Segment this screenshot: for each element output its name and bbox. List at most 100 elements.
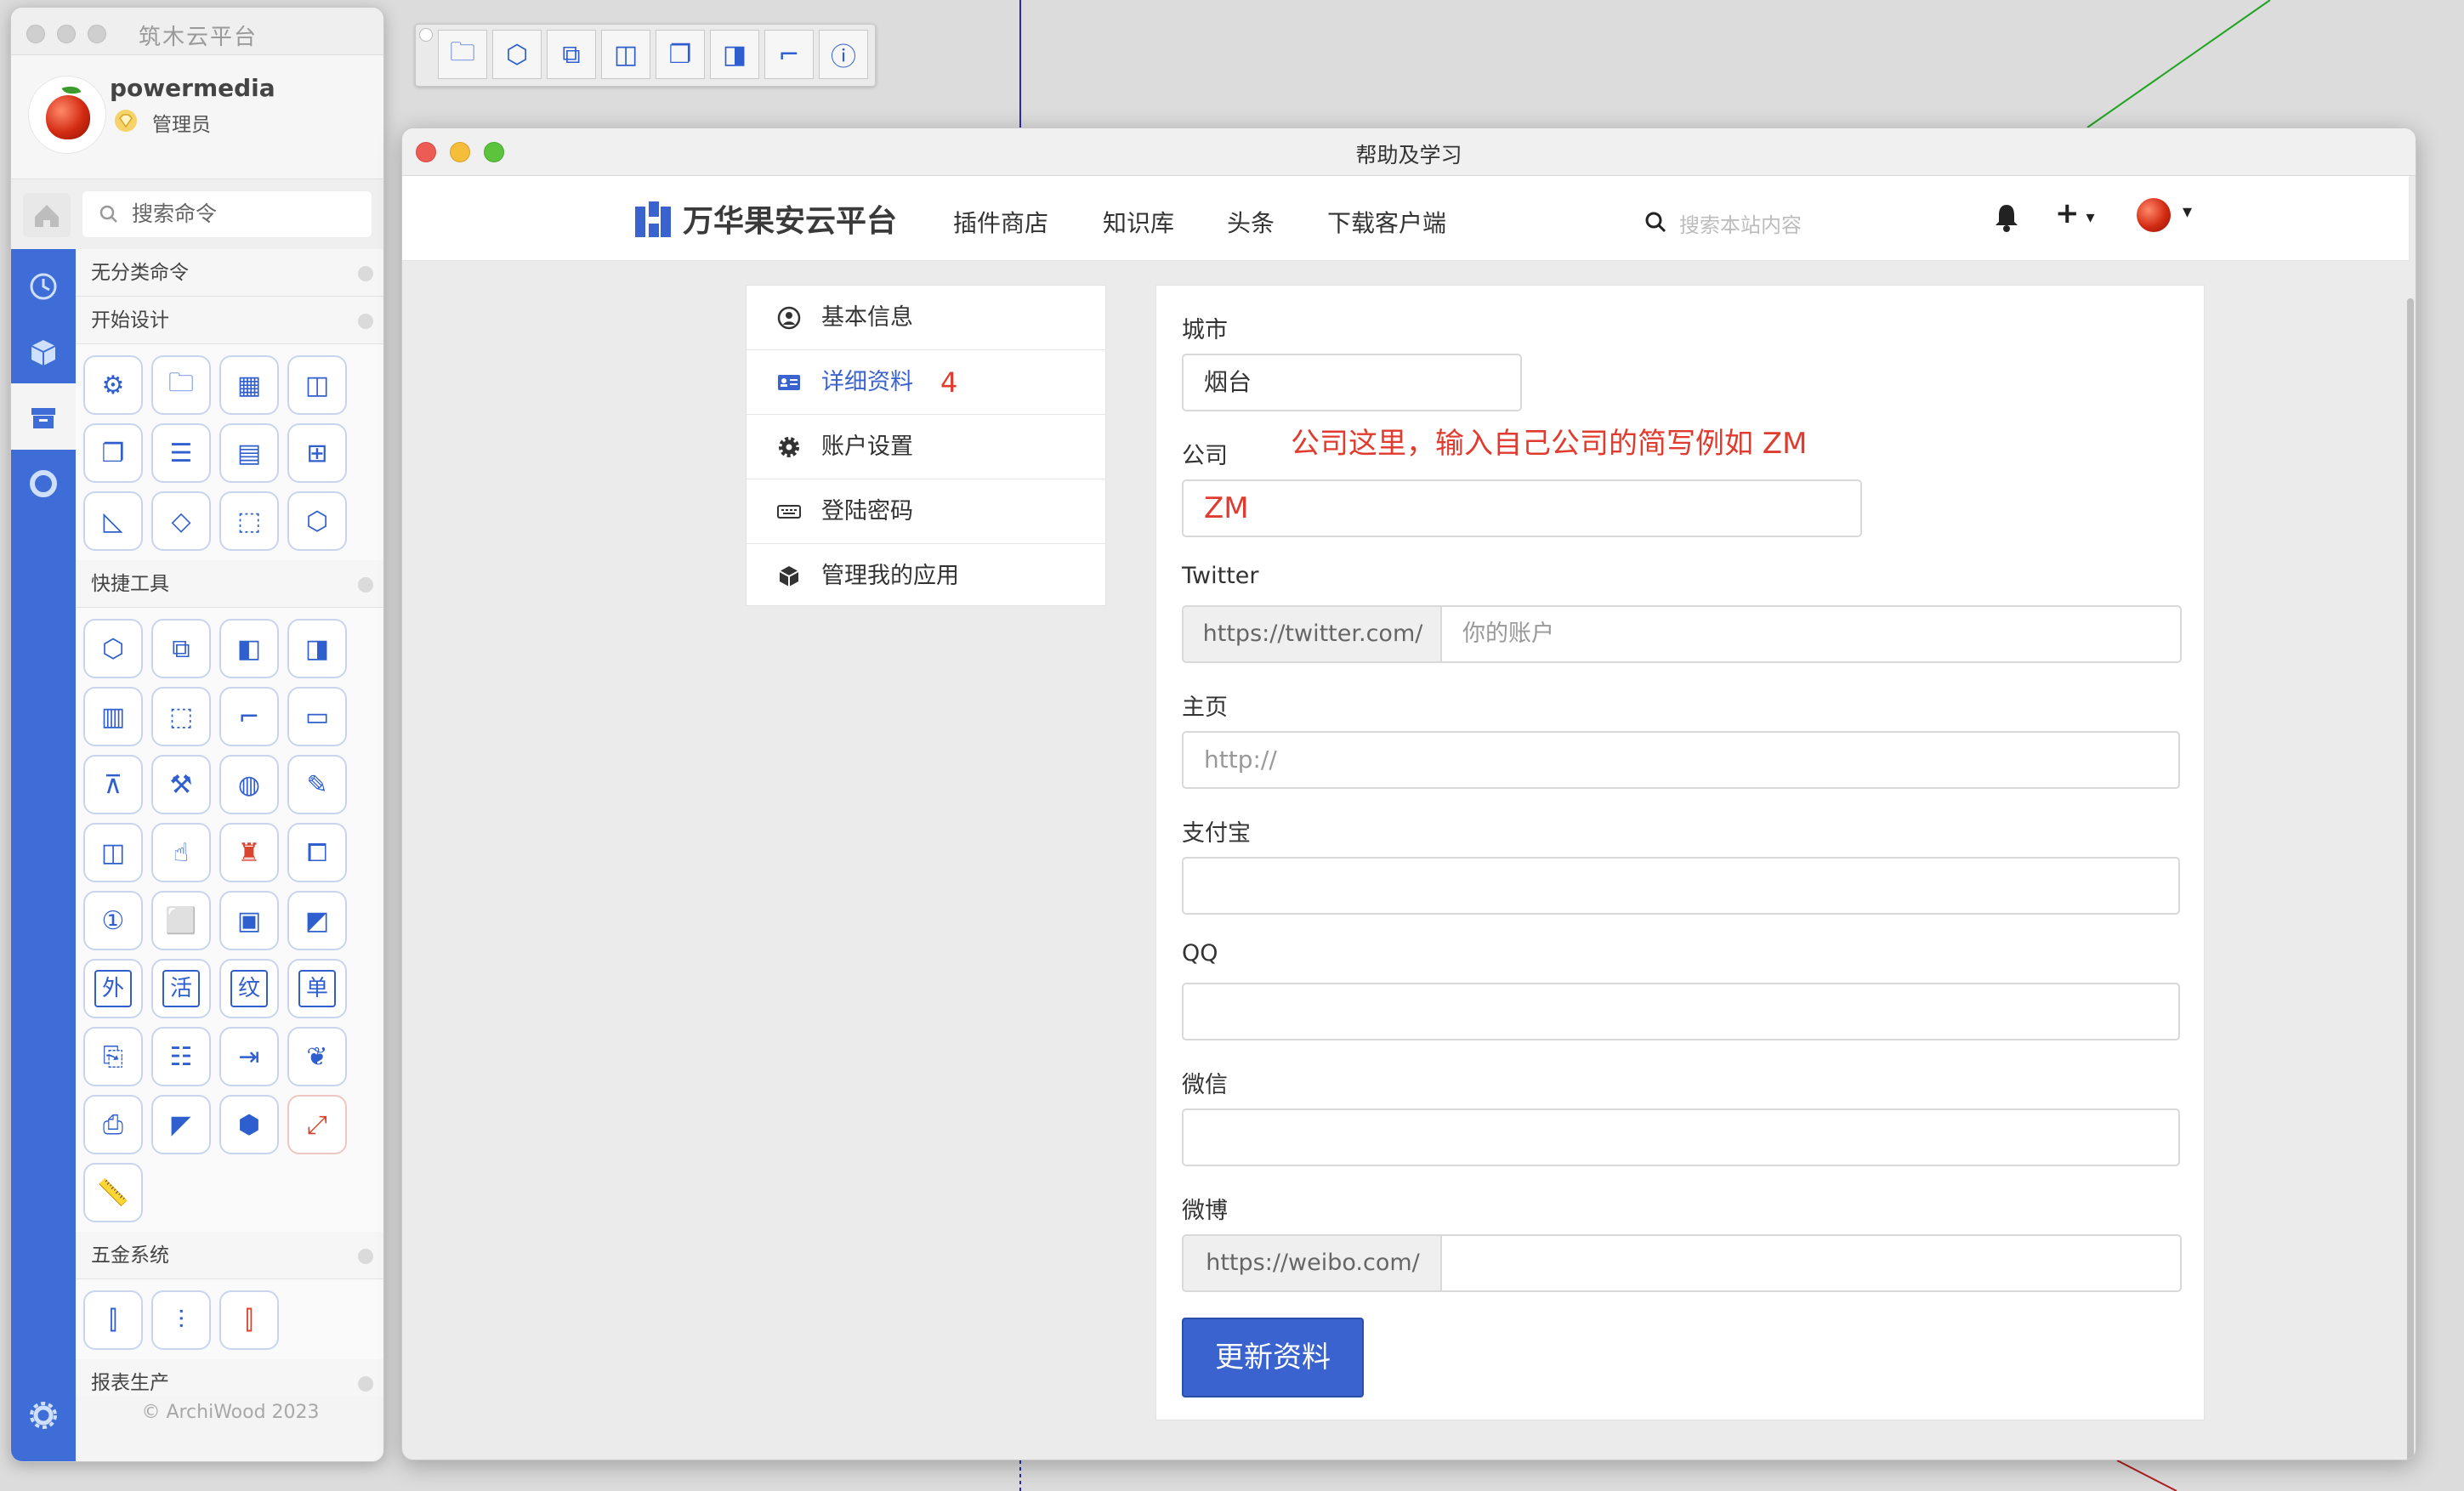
homepage-input[interactable]: http:// [1182, 731, 2180, 789]
archive-box-icon[interactable] [26, 400, 60, 434]
weibo-input[interactable] [1440, 1234, 2182, 1292]
component-settings-tool-icon[interactable]: ⬚ [219, 491, 279, 551]
door-edit-tool-icon[interactable]: ◫ [287, 355, 347, 415]
cube-icon[interactable] [26, 336, 60, 370]
section-start-design[interactable]: 开始设计 [76, 297, 383, 344]
qq-input[interactable] [1182, 983, 2180, 1040]
cabinet-settings-tool-icon[interactable]: ◧ [219, 619, 279, 678]
table-close-tool-icon[interactable]: ⊼ [83, 755, 143, 814]
alipay-input[interactable] [1182, 857, 2180, 915]
home-button[interactable] [23, 193, 71, 237]
outer-text-tool[interactable]: 外 [83, 959, 143, 1018]
hand-select-tool-icon[interactable]: ☝ [151, 823, 211, 882]
company-label: 公司 [1182, 443, 1228, 469]
cabinet-view-tool-icon[interactable]: ◨ [287, 619, 347, 678]
folder-cube-button[interactable]: 🗀 [438, 30, 487, 79]
board-stack-tool-icon[interactable]: ◇ [151, 491, 211, 551]
ring-icon[interactable] [26, 467, 60, 501]
company-input[interactable]: ZM [1182, 479, 1862, 537]
site-logo-text[interactable]: 万华果安云平台 [683, 196, 897, 241]
menu-manage-apps[interactable]: 管理我的应用 [747, 544, 1105, 609]
cube-outline-tool-icon[interactable]: ⬡ [83, 619, 143, 678]
hardware-delete-tool-icon[interactable]: ⫿ [219, 1290, 279, 1350]
export-tool-icon[interactable]: ⇥ [219, 1027, 279, 1086]
menu-account-settings[interactable]: 账户设置 [747, 415, 1105, 479]
corner-panel-tool-icon[interactable]: ◺ [83, 491, 143, 551]
split-door-tool-icon[interactable]: ◫ [83, 823, 143, 882]
section-quick-tools[interactable]: 快捷工具 [76, 560, 383, 608]
site-search-input[interactable]: 搜索本站内容 [1644, 205, 1933, 239]
window-close-button[interactable] [26, 25, 45, 43]
section-reports[interactable]: 报表生产 [76, 1359, 383, 1397]
live-text-tool[interactable]: 活 [151, 959, 211, 1018]
list-doc-tool-icon[interactable]: ☰ [151, 423, 211, 483]
menu-basic-info[interactable]: 基本信息 [747, 286, 1105, 350]
nav-plugin-store[interactable]: 插件商店 [953, 205, 1048, 239]
nav-download-client[interactable]: 下载客户端 [1327, 205, 1446, 239]
profile-form: 城市 烟台 公司这里，输入自己公司的简写例如 ZM 公司 ZM Twitter … [1155, 285, 2205, 1420]
settings-gear-icon[interactable] [26, 1398, 60, 1432]
site-logo-icon[interactable] [632, 198, 674, 241]
menu-login-password[interactable]: 登陆密码 [747, 479, 1105, 544]
dashed-edit-tool-icon[interactable]: ⬚ [151, 687, 211, 746]
section-uncategorized[interactable]: 无分类命令 [76, 249, 383, 297]
l-profile-tool-icon[interactable]: ◤ [151, 1095, 211, 1154]
connector-tool-icon[interactable]: ⫶ [151, 1290, 211, 1350]
copy-delete-button[interactable]: ❐ [656, 30, 705, 79]
shapes-tool-icon[interactable]: ⬢ [219, 1095, 279, 1154]
doc-settings-tool-icon[interactable]: ▤ [219, 423, 279, 483]
nav-headlines[interactable]: 头条 [1227, 205, 1275, 239]
bell-icon[interactable] [1992, 201, 2021, 232]
drawer-tool-icon[interactable]: ▣ [219, 891, 279, 950]
wrench-tool-icon[interactable]: ⚒ [151, 755, 211, 814]
panel-layout-tool-icon[interactable]: ▦ [219, 355, 279, 415]
profile-button[interactable]: ⌐ [764, 30, 814, 79]
corner-edit-tool-icon[interactable]: ◩ [287, 891, 347, 950]
page-scrollbar[interactable] [2407, 298, 2414, 1460]
settings-gear-tool-icon[interactable]: ⚙ [83, 355, 143, 415]
toolbar-grip[interactable] [419, 28, 433, 42]
window-zoom-button[interactable] [88, 25, 106, 43]
delete-copy-tool-icon[interactable]: ⧠ [287, 823, 347, 882]
command-search-input[interactable]: 搜索命令 [82, 191, 372, 237]
copy-edit-tool-icon[interactable]: ❐ [83, 423, 143, 483]
city-input[interactable]: 烟台 [1182, 354, 1522, 411]
box-tool-icon[interactable]: ⬡ [287, 491, 347, 551]
brush-tool-icon[interactable]: ♜ [219, 823, 279, 882]
nav-knowledge-base[interactable]: 知识库 [1103, 205, 1174, 239]
frame-tool-icon[interactable]: ▭ [287, 687, 347, 746]
single-text-tool[interactable]: 单 [287, 959, 347, 1018]
help-button[interactable]: ⓘ [819, 30, 868, 79]
add-menu-button[interactable]: + ▾ [2055, 196, 2095, 230]
leaf-tool-icon[interactable]: ❦ [287, 1027, 347, 1086]
cube-panel-button[interactable]: ⧉ [547, 30, 596, 79]
grain-text-tool[interactable]: 纹 [219, 959, 279, 1018]
tree-structure-tool-icon[interactable]: ⊞ [287, 423, 347, 483]
csv-tool-icon[interactable]: ⎙ [83, 1095, 143, 1154]
ruler-tool-icon[interactable]: 📏 [83, 1163, 143, 1222]
cube-rotate-button[interactable]: ⬡ [492, 30, 542, 79]
split-button[interactable]: ◨ [710, 30, 759, 79]
pencil-edit-tool-icon[interactable]: ✎ [287, 755, 347, 814]
hinge-tool-icon[interactable]: ⫿ [83, 1290, 143, 1350]
resize-tool-icon[interactable]: ⤢ [287, 1095, 347, 1154]
clock-icon[interactable] [26, 269, 60, 303]
shelf-tool-icon[interactable]: ▥ [83, 687, 143, 746]
bounding-box-tool-icon[interactable]: ⬜ [151, 891, 211, 950]
avatar[interactable] [28, 76, 106, 154]
number-one-tool-icon[interactable]: ① [83, 891, 143, 950]
hatch-circle-tool-icon[interactable]: ◍ [219, 755, 279, 814]
doc-cube-tool-icon[interactable]: ⎘ [83, 1027, 143, 1086]
update-profile-button[interactable]: 更新资料 [1182, 1318, 1364, 1397]
stack-edit-tool-icon[interactable]: ☷ [151, 1027, 211, 1086]
profile-tool-icon[interactable]: ⌐ [219, 687, 279, 746]
folder-cube-tool-icon[interactable]: 🗀 [151, 355, 211, 415]
section-title: 无分类命令 [91, 262, 189, 284]
wechat-input[interactable] [1182, 1108, 2180, 1166]
door-edit-button[interactable]: ◫ [601, 30, 650, 79]
menu-detailed-profile[interactable]: 详细资料 4 [747, 350, 1105, 415]
twitter-input[interactable]: 你的账户 [1440, 605, 2182, 663]
section-hardware[interactable]: 五金系统 [76, 1232, 383, 1279]
cube-rotate-tool-icon[interactable]: ⧉ [151, 619, 211, 678]
window-minimize-button[interactable] [57, 25, 76, 43]
